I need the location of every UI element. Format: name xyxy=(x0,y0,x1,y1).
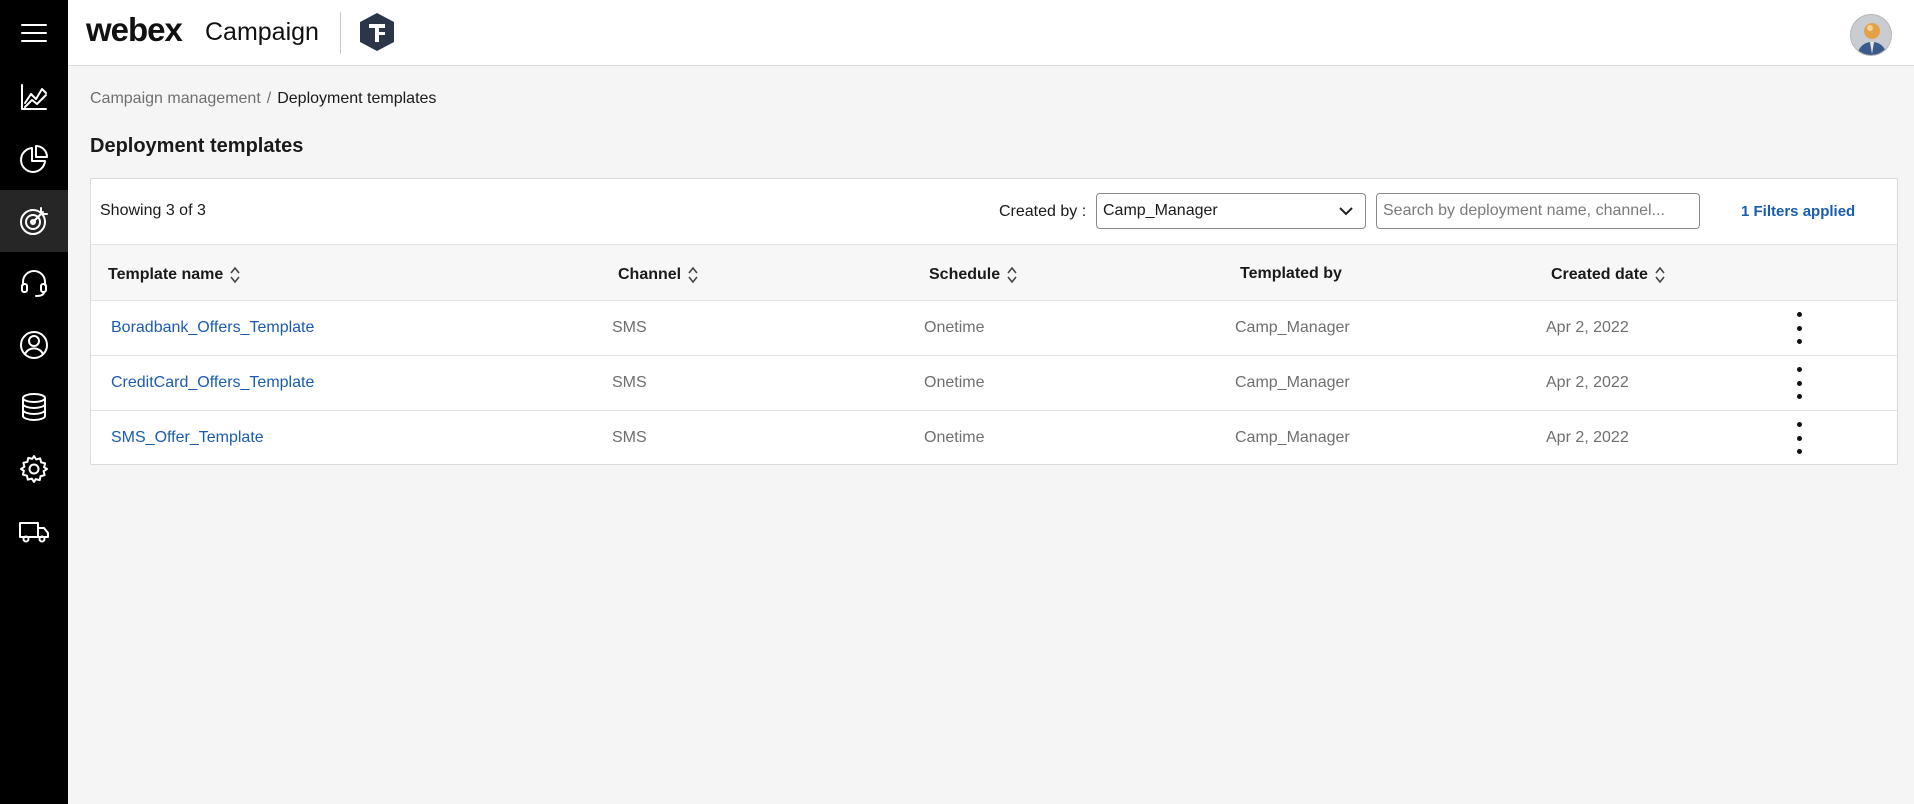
contact-icon xyxy=(20,331,48,359)
column-header-channel[interactable]: Channel xyxy=(618,265,699,285)
templated-by-cell: Camp_Manager xyxy=(1235,429,1350,446)
tenant-logo-icon xyxy=(360,13,394,51)
analytics-icon xyxy=(21,84,47,110)
created-date-cell: Apr 2, 2022 xyxy=(1546,319,1629,336)
created-by-value: Camp_Manager xyxy=(1103,202,1218,219)
nav-campaigns[interactable] xyxy=(0,190,68,252)
created-date-cell: Apr 2, 2022 xyxy=(1546,374,1629,391)
page-title: Deployment templates xyxy=(90,135,304,157)
schedule-cell: Onetime xyxy=(924,319,985,336)
nav-data[interactable] xyxy=(0,376,68,438)
sort-icon xyxy=(688,266,698,284)
result-count: Showing 3 of 3 xyxy=(100,202,206,219)
schedule-cell: Onetime xyxy=(924,374,985,391)
template-name-link[interactable]: SMS_Offer_Template xyxy=(111,429,264,447)
sort-icon xyxy=(1007,266,1017,284)
header-divider xyxy=(340,12,341,54)
menu-icon xyxy=(21,24,47,42)
nav-reports[interactable] xyxy=(0,128,68,190)
search-input[interactable] xyxy=(1376,193,1700,229)
created-by-select[interactable]: Camp_Manager xyxy=(1096,193,1366,229)
app-header: webex Campaign xyxy=(68,0,1914,66)
column-header-schedule[interactable]: Schedule xyxy=(929,265,1018,285)
table-header: Template name Channel Schedule Templated… xyxy=(91,244,1897,301)
breadcrumb-separator: / xyxy=(266,90,272,107)
delivery-truck-icon xyxy=(19,522,49,543)
column-label: Templated by xyxy=(1240,265,1342,282)
channel-cell: SMS xyxy=(612,429,647,446)
nav-delivery[interactable] xyxy=(0,500,68,562)
breadcrumb-campaign-management[interactable]: Campaign management xyxy=(90,90,261,107)
channel-cell: SMS xyxy=(612,319,647,336)
nav-analytics[interactable] xyxy=(0,66,68,128)
table-row: SMS_Offer_Template SMS Onetime Camp_Mana… xyxy=(91,411,1897,466)
template-name-link[interactable]: CreditCard_Offers_Template xyxy=(111,374,314,392)
column-header-templated-by: Templated by xyxy=(1240,265,1342,283)
column-label: Created date xyxy=(1551,266,1648,283)
template-name-link[interactable]: Boradbank_Offers_Template xyxy=(111,319,314,337)
schedule-cell: Onetime xyxy=(924,429,985,446)
user-avatar[interactable] xyxy=(1850,14,1892,56)
column-label: Template name xyxy=(108,266,224,283)
table-toolbar: Showing 3 of 3 Created by : Camp_Manager… xyxy=(91,179,1897,244)
gear-icon xyxy=(20,455,48,483)
templates-card: Showing 3 of 3 Created by : Camp_Manager… xyxy=(90,178,1898,465)
user-avatar-icon xyxy=(1851,15,1891,55)
created-date-cell: Apr 2, 2022 xyxy=(1546,429,1629,446)
product-name: Campaign xyxy=(205,18,319,46)
templated-by-cell: Camp_Manager xyxy=(1235,319,1350,336)
row-actions-menu-icon[interactable] xyxy=(1791,311,1807,345)
menu-button[interactable] xyxy=(0,2,68,64)
created-by-label: Created by : xyxy=(999,203,1087,220)
breadcrumb: Campaign management / Deployment templates xyxy=(90,90,436,108)
column-header-created-date[interactable]: Created date xyxy=(1551,265,1666,285)
database-icon xyxy=(22,393,46,421)
filters-applied-link[interactable]: 1 Filters applied xyxy=(1741,203,1855,220)
sort-icon xyxy=(1655,266,1665,284)
campaign-target-icon xyxy=(20,207,48,235)
channel-cell: SMS xyxy=(612,374,647,391)
chevron-down-icon xyxy=(1339,207,1353,216)
pie-chart-icon xyxy=(20,145,48,173)
column-label: Channel xyxy=(618,266,682,283)
sort-icon xyxy=(230,266,240,284)
column-label: Schedule xyxy=(929,266,1001,283)
nav-settings[interactable] xyxy=(0,438,68,500)
left-nav-rail xyxy=(0,0,68,804)
webex-logo: webex xyxy=(86,11,183,48)
templated-by-cell: Camp_Manager xyxy=(1235,374,1350,391)
table-row: Boradbank_Offers_Template SMS Onetime Ca… xyxy=(91,301,1897,356)
nav-contact-center[interactable] xyxy=(0,252,68,314)
nav-contacts[interactable] xyxy=(0,314,68,376)
table-row: CreditCard_Offers_Template SMS Onetime C… xyxy=(91,356,1897,411)
column-header-template-name[interactable]: Template name xyxy=(108,265,241,285)
row-actions-menu-icon[interactable] xyxy=(1791,366,1807,400)
breadcrumb-current: Deployment templates xyxy=(277,90,437,107)
headset-icon xyxy=(21,270,47,297)
row-actions-menu-icon[interactable] xyxy=(1791,421,1807,455)
